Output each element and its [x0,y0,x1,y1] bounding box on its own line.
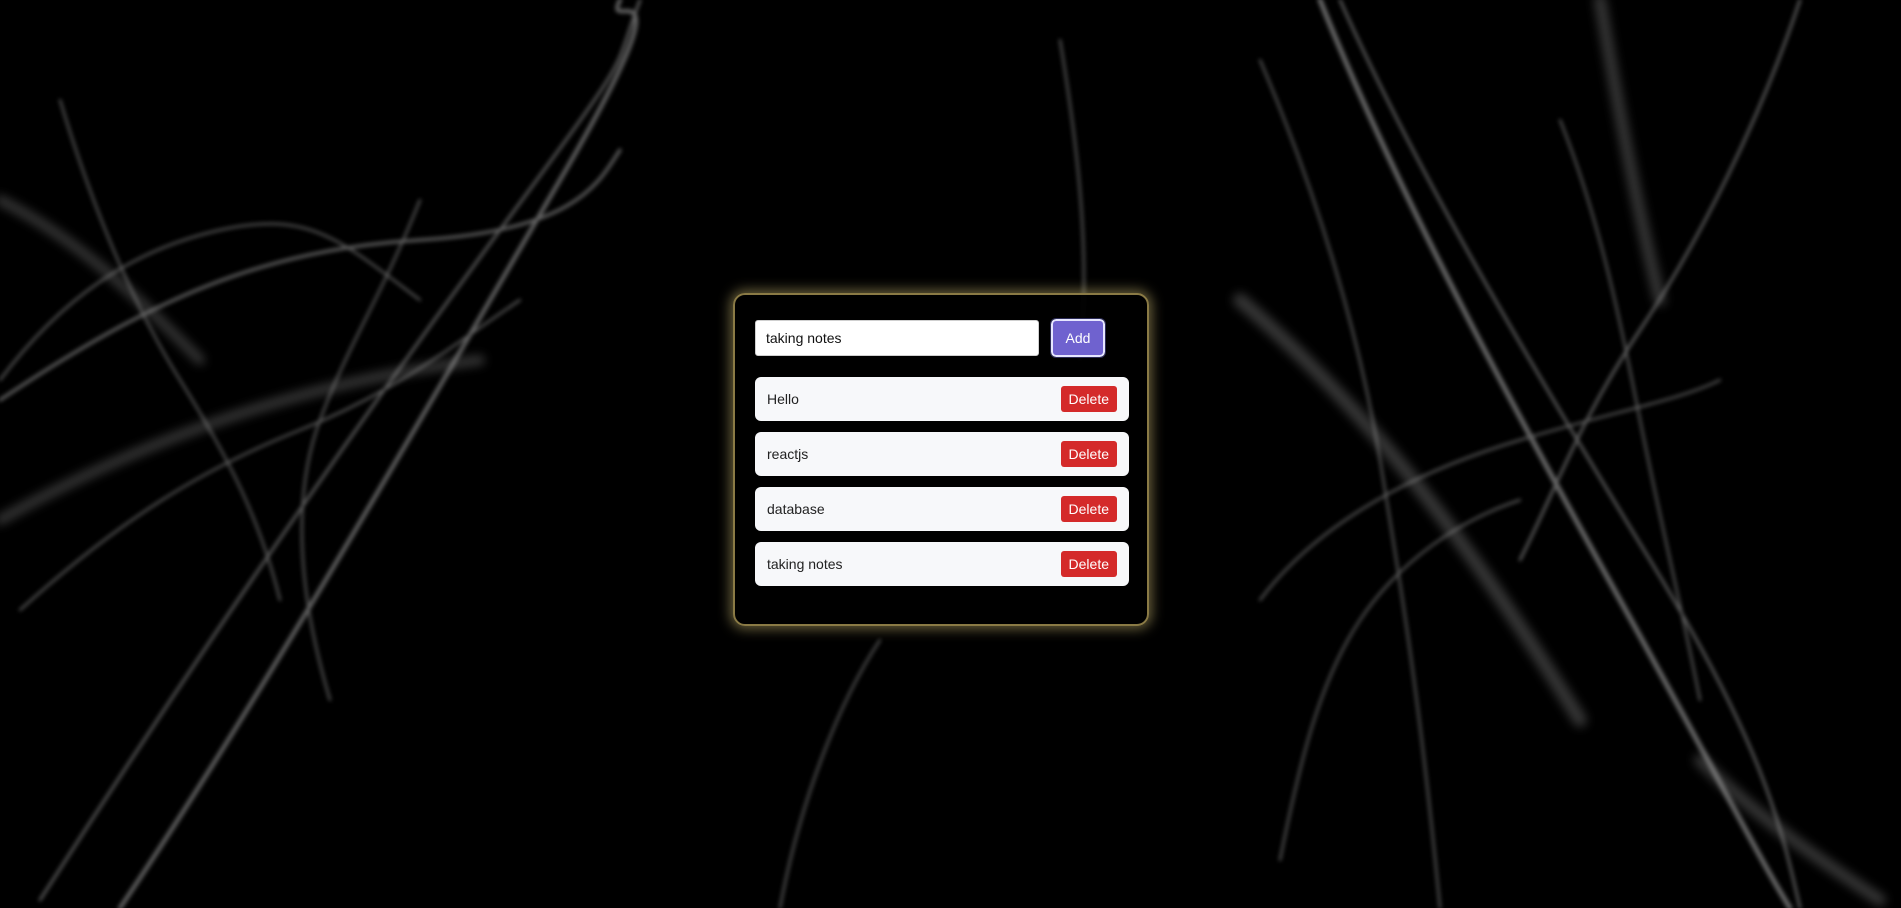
note-item: Hello Delete [755,377,1129,421]
delete-button[interactable]: Delete [1060,496,1117,522]
note-item: taking notes Delete [755,542,1129,586]
delete-button[interactable]: Delete [1060,551,1117,577]
composer-row: Add [755,318,1127,358]
app-background: Add Hello Delete reactjs Delete database… [0,0,1901,908]
note-text: reactjs [767,446,809,462]
note-text: taking notes [767,556,843,572]
delete-button[interactable]: Delete [1060,386,1117,412]
notes-card: Add Hello Delete reactjs Delete database… [733,293,1149,626]
delete-button[interactable]: Delete [1060,441,1117,467]
note-input[interactable] [755,320,1039,356]
notes-list: Hello Delete reactjs Delete database Del… [755,377,1129,586]
note-item: database Delete [755,487,1129,531]
note-text: Hello [767,391,799,407]
note-text: database [767,501,825,517]
add-button[interactable]: Add [1050,318,1106,358]
note-item: reactjs Delete [755,432,1129,476]
